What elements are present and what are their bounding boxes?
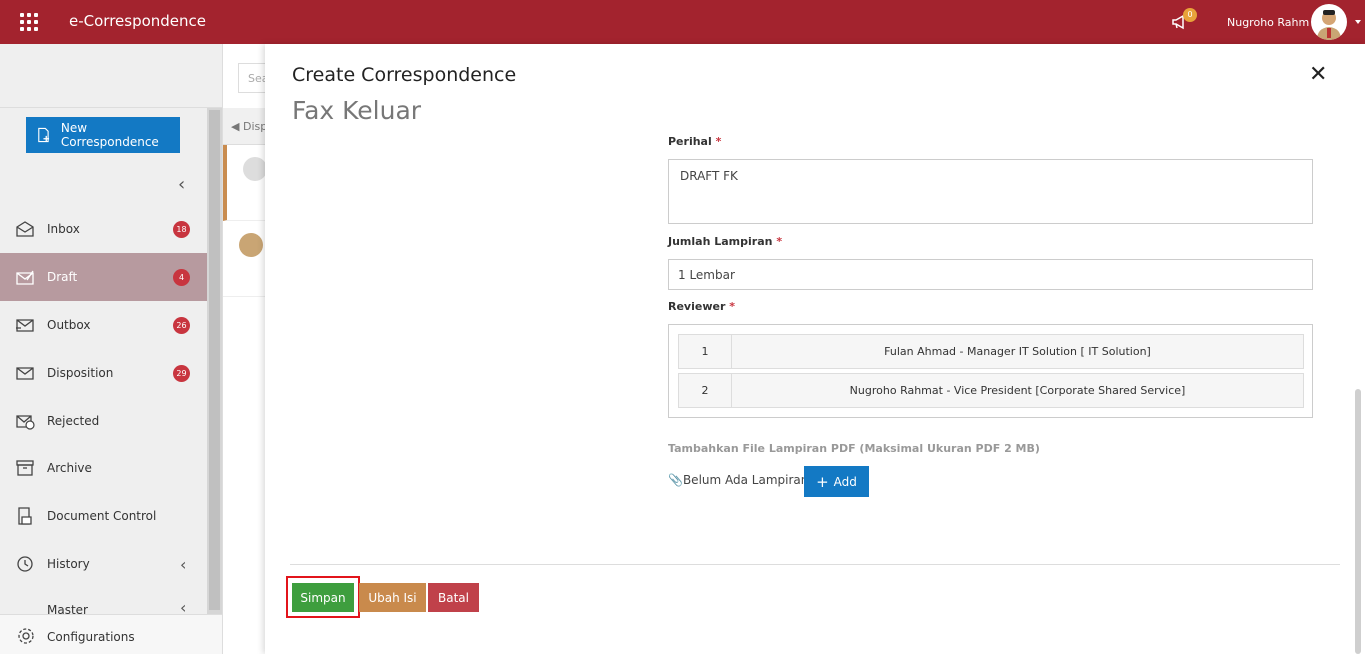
sidebar-item-rejected[interactable]: Rejected bbox=[0, 397, 207, 445]
avatar bbox=[243, 157, 267, 181]
add-attachment-button[interactable]: + Add bbox=[804, 466, 869, 497]
sidebar-item-label: Inbox bbox=[47, 222, 80, 236]
sidebar-item-label: Disposition bbox=[47, 366, 114, 380]
document-control-icon bbox=[18, 507, 32, 525]
reviewer-list: 1 Fulan Ahmad - Manager IT Solution [ IT… bbox=[668, 324, 1313, 418]
reviewer-name: Fulan Ahmad - Manager IT Solution [ IT S… bbox=[884, 345, 1151, 358]
sidebar-item-master[interactable]: Master ‹ bbox=[0, 588, 207, 614]
table-row[interactable]: 2 Nugroho Rahmat - Vice President [Corpo… bbox=[678, 373, 1304, 408]
sidebar-item-outbox[interactable]: Outbox 26 bbox=[0, 301, 207, 349]
avatar[interactable] bbox=[1311, 4, 1347, 40]
edit-content-button[interactable]: Ubah Isi bbox=[359, 583, 426, 612]
sidebar-item-label: Outbox bbox=[47, 318, 91, 332]
avatar bbox=[239, 233, 263, 257]
add-label: Add bbox=[833, 474, 857, 489]
sidebar-item-label: History bbox=[47, 557, 90, 571]
sidebar-collapse-chevron-icon[interactable]: ‹ bbox=[178, 174, 185, 195]
user-menu-caret-icon[interactable] bbox=[1355, 20, 1361, 24]
history-icon bbox=[17, 556, 33, 572]
app-grid-icon[interactable] bbox=[20, 13, 38, 31]
plus-icon: + bbox=[816, 472, 829, 491]
perihal-label: Perihal * bbox=[668, 135, 722, 148]
save-button[interactable]: Simpan bbox=[292, 583, 354, 612]
sidebar-item-label: Document Control bbox=[47, 509, 157, 523]
table-row[interactable]: 1 Fulan Ahmad - Manager IT Solution [ IT… bbox=[678, 334, 1304, 369]
close-icon[interactable]: ✕ bbox=[1309, 62, 1327, 87]
top-bar: e-Correspondence 0 Nugroho Rahm bbox=[0, 0, 1365, 44]
modal-scrollbar[interactable] bbox=[1355, 389, 1361, 654]
master-expand-chevron-icon: ‹ bbox=[180, 598, 187, 614]
inbox-icon bbox=[16, 221, 34, 237]
count-badge: 18 bbox=[173, 220, 190, 238]
disposition-tab-label: Disp bbox=[242, 120, 268, 133]
outbox-icon bbox=[16, 319, 34, 332]
new-document-icon bbox=[38, 127, 50, 143]
configurations-label: Configurations bbox=[47, 630, 135, 644]
reviewer-number: 2 bbox=[679, 374, 732, 407]
count-badge: 26 bbox=[173, 316, 190, 334]
sidebar-item-label: Rejected bbox=[47, 414, 100, 428]
jumlah-lampiran-field[interactable]: 1 Lembar bbox=[668, 259, 1313, 290]
gear-icon bbox=[18, 628, 34, 644]
sidebar-item-label: Draft bbox=[47, 270, 78, 284]
sidebar-scrollbar[interactable] bbox=[207, 108, 222, 654]
disposition-icon bbox=[16, 367, 34, 380]
modal-title: Create Correspondence bbox=[292, 64, 517, 86]
app-title: e-Correspondence bbox=[69, 12, 207, 30]
history-expand-chevron-icon: ‹ bbox=[180, 554, 187, 574]
cancel-button[interactable]: Batal bbox=[428, 583, 479, 612]
reviewer-name: Nugroho Rahmat - Vice President [Corpora… bbox=[849, 384, 1186, 397]
paperclip-icon: 📎 bbox=[668, 473, 683, 487]
sidebar-item-label: Archive bbox=[47, 461, 92, 475]
reviewer-number: 1 bbox=[679, 335, 732, 368]
footer-divider bbox=[290, 564, 1340, 565]
draft-icon bbox=[16, 270, 34, 285]
sidebar-item-history[interactable]: History ‹ bbox=[0, 540, 207, 588]
count-badge: 4 bbox=[173, 268, 190, 286]
sidebar-item-archive[interactable]: Archive bbox=[0, 444, 207, 492]
sidebar-item-inbox[interactable]: Inbox 18 bbox=[0, 205, 207, 253]
sidebar-item-disposition[interactable]: Disposition 29 bbox=[0, 349, 207, 397]
sidebar-item-draft[interactable]: Draft 4 bbox=[0, 253, 207, 301]
sidebar-item-label: Master bbox=[47, 603, 88, 614]
jumlah-lampiran-label: Jumlah Lampiran * bbox=[668, 235, 783, 248]
notification-badge: 0 bbox=[1183, 8, 1197, 22]
perihal-field[interactable]: DRAFT FK bbox=[668, 159, 1313, 224]
archive-icon bbox=[16, 460, 34, 476]
new-correspondence-label: New Correspondence bbox=[60, 121, 159, 149]
count-badge: 29 bbox=[173, 364, 190, 382]
reviewer-label: Reviewer * bbox=[668, 300, 735, 313]
sidebar-header bbox=[0, 44, 222, 108]
sidebar-item-document-control[interactable]: Document Control bbox=[0, 492, 207, 540]
user-name[interactable]: Nugroho Rahm bbox=[1227, 16, 1309, 29]
configurations-bar[interactable]: Configurations bbox=[0, 614, 222, 654]
attachment-status: 📎Belum Ada Lampiran - bbox=[668, 473, 817, 487]
new-correspondence-button[interactable]: New Correspondence bbox=[26, 117, 180, 153]
rejected-icon bbox=[16, 415, 35, 430]
modal-subtitle: Fax Keluar bbox=[292, 96, 422, 125]
attachment-hint: Tambahkan File Lampiran PDF (Maksimal Uk… bbox=[668, 442, 1040, 455]
create-correspondence-modal: Create Correspondence Fax Keluar ✕ Perih… bbox=[265, 44, 1365, 654]
